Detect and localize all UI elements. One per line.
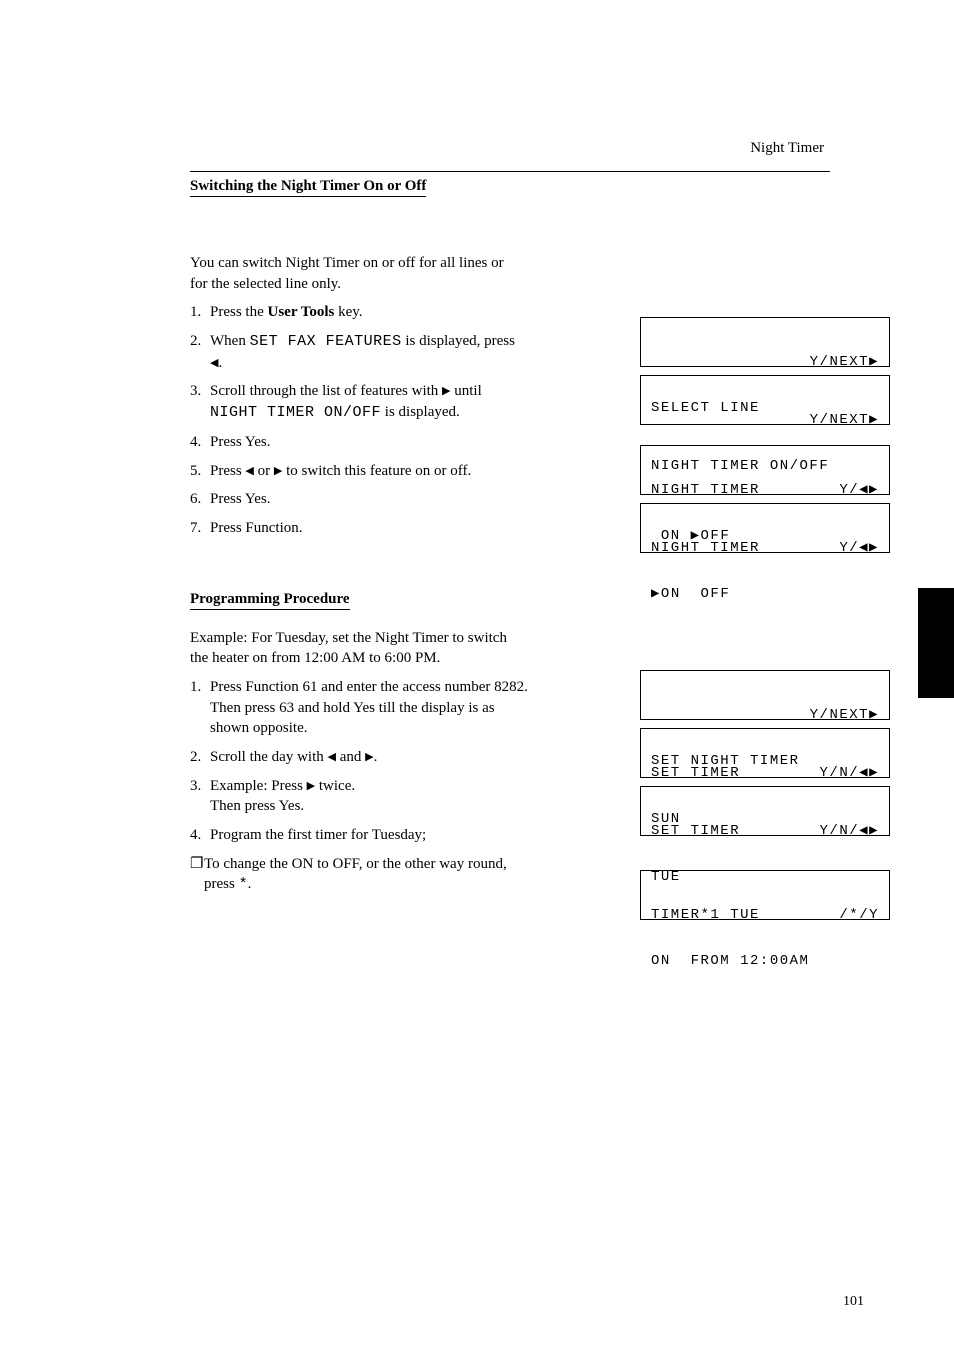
step-1-6: 6. Press Yes. [190,489,530,510]
lcd-timer-1-tue: TIMER*1 TUE/*/Y ON FROM 12:00AM [640,870,890,920]
section2-label: Programming Procedure [190,591,350,610]
right-arrow-icon: ▶ [307,780,315,792]
note-1: ❐ To change the ON to OFF, or the other … [190,854,520,896]
step-1-4: 4. Press Yes. [190,432,530,453]
side-tab [918,588,954,698]
lcd-night-timer-on: NIGHT TIMERY/◀▶ ▶ON OFF [640,503,890,553]
right-arrow-icon: ▶ [442,385,450,397]
section1-label: Switching the Night Timer On or Off [190,178,426,197]
section2-intro: Example: For Tuesday, set the Night Time… [190,628,520,669]
lcd-night-timer-onoff-menu: Y/NEXT▶ NIGHT TIMER ON/OFF [640,375,890,425]
lcd-night-timer-off: NIGHT TIMERY/◀▶ ON ▶OFF [640,445,890,495]
page-number: 101 [843,1294,864,1310]
step-1-1: 1. Press the User Tools key. [190,302,530,323]
step-2-2: 2. Scroll the day with ◀ and ▶. [190,747,530,768]
step-1-3: 3. Scroll through the list of features w… [190,381,530,423]
step-1-2: 2. When SET FAX FEATURES is displayed, p… [190,331,530,373]
section1-intro: You can switch Night Timer on or off for… [190,253,520,294]
left-arrow-icon: ◀ [327,751,335,763]
lcd-select-line: Y/NEXT▶ SELECT LINE [640,317,890,367]
step-2-1: 1. Press Function 61 and enter the acces… [190,677,530,739]
box-bullet-icon: ❐ [190,854,204,896]
page-header-title: Night Timer [100,140,824,157]
left-arrow-icon: ◀ [245,465,253,477]
lcd-set-night-timer: Y/NEXT▶ SET NIGHT TIMER [640,670,890,720]
step-1-7: 7. Press Function. [190,518,530,539]
lcd-column-1: Y/NEXT▶ SELECT LINE Y/NEXT▶ NIGHT TIMER … [640,257,890,559]
lcd-column-2: Y/NEXT▶ SET NIGHT TIMER SET TIMERY/N/◀▶ … [640,628,890,926]
lcd-set-timer-tue: SET TIMERY/N/◀▶ TUE [640,786,890,836]
right-arrow-icon: ▶ [365,751,373,763]
step-2-4: 4. Program the first timer for Tuesday; [190,825,530,846]
step-2-3: 3. Example: Press ▶ twice.Then press Yes… [190,776,530,817]
step-1-5: 5. Press ◀ or ▶ to switch this feature o… [190,461,530,482]
lcd-set-timer-sun: SET TIMERY/N/◀▶ SUN [640,728,890,778]
header-rule [190,171,830,172]
